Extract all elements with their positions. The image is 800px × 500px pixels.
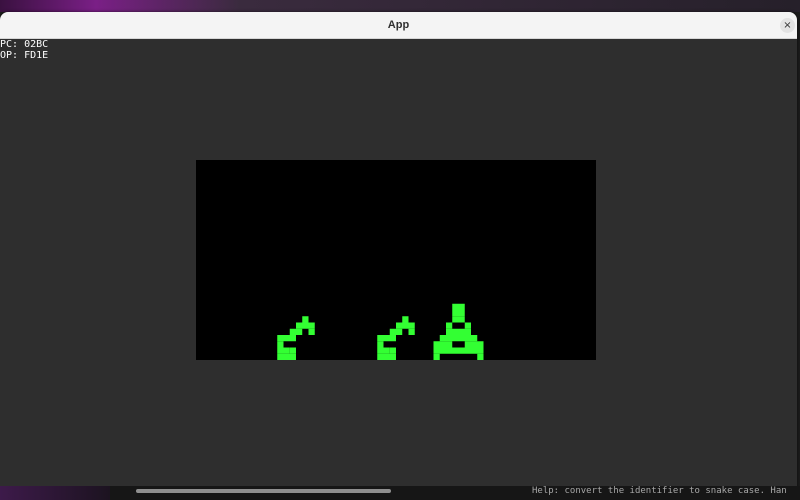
sprite-pixel bbox=[377, 347, 390, 354]
sprite-pixel bbox=[377, 353, 396, 360]
player-ship-sprite bbox=[433, 303, 484, 360]
window-title: App bbox=[387, 19, 410, 31]
sprite-pixel bbox=[289, 347, 296, 354]
opcode-register: OP: FD1E bbox=[0, 50, 49, 61]
sprite-pixel bbox=[433, 347, 446, 354]
sprite-pixel bbox=[446, 322, 453, 329]
sprite-pixel bbox=[277, 335, 296, 342]
sprite-pixel bbox=[439, 335, 478, 342]
sprite-pixel bbox=[464, 322, 471, 329]
display-canvas bbox=[277, 303, 484, 360]
sprite-pixel bbox=[477, 353, 484, 360]
sprite-pixel bbox=[277, 347, 290, 354]
close-button[interactable]: × bbox=[780, 18, 795, 33]
desktop-accent bbox=[0, 486, 110, 500]
sprite-pixel bbox=[289, 328, 303, 335]
sprite-pixel bbox=[446, 341, 453, 348]
close-icon: × bbox=[783, 20, 792, 31]
sprite-pixel bbox=[389, 328, 403, 335]
pc-register: PC: 02BC bbox=[0, 39, 49, 50]
sprite-pixel bbox=[277, 353, 296, 360]
sprite-pixel bbox=[452, 303, 465, 317]
sprite-pixel bbox=[464, 341, 471, 348]
sprite-pixel bbox=[296, 322, 315, 329]
desktop-bottom-bar: Help: convert the identifier to snake ca… bbox=[0, 486, 800, 500]
sprite-pixel bbox=[433, 353, 440, 360]
sprite-pixel bbox=[402, 316, 409, 323]
sprite-pixel bbox=[471, 347, 484, 354]
desktop-top-bar bbox=[0, 0, 800, 12]
sprite-pixel bbox=[408, 328, 415, 335]
sprite-pixel bbox=[458, 316, 465, 323]
window-titlebar[interactable]: App × bbox=[0, 12, 797, 39]
app-window: App × PC: 02BC OP: FD1E bbox=[0, 12, 797, 488]
sprite-pixel bbox=[377, 335, 396, 342]
sprite-pixel bbox=[446, 347, 471, 354]
emulator-display bbox=[196, 160, 596, 360]
alien-sprite-middle bbox=[377, 316, 415, 360]
sprite-pixel bbox=[446, 328, 471, 335]
sprite-pixel bbox=[452, 316, 459, 323]
sprite-pixel bbox=[433, 341, 446, 348]
background-window-text: Help: convert the identifier to snake ca… bbox=[532, 486, 787, 496]
horizontal-scrollbar[interactable] bbox=[136, 489, 391, 493]
sprite-pixel bbox=[277, 341, 284, 348]
sprite-pixel bbox=[389, 347, 396, 354]
sprite-pixel bbox=[396, 322, 415, 329]
debug-info: PC: 02BC OP: FD1E bbox=[0, 39, 48, 61]
sprite-pixel bbox=[308, 328, 315, 335]
sprite-pixel bbox=[377, 341, 384, 348]
alien-sprite-left bbox=[277, 316, 315, 360]
sprite-pixel bbox=[302, 316, 309, 323]
sprite-pixel bbox=[471, 341, 484, 348]
